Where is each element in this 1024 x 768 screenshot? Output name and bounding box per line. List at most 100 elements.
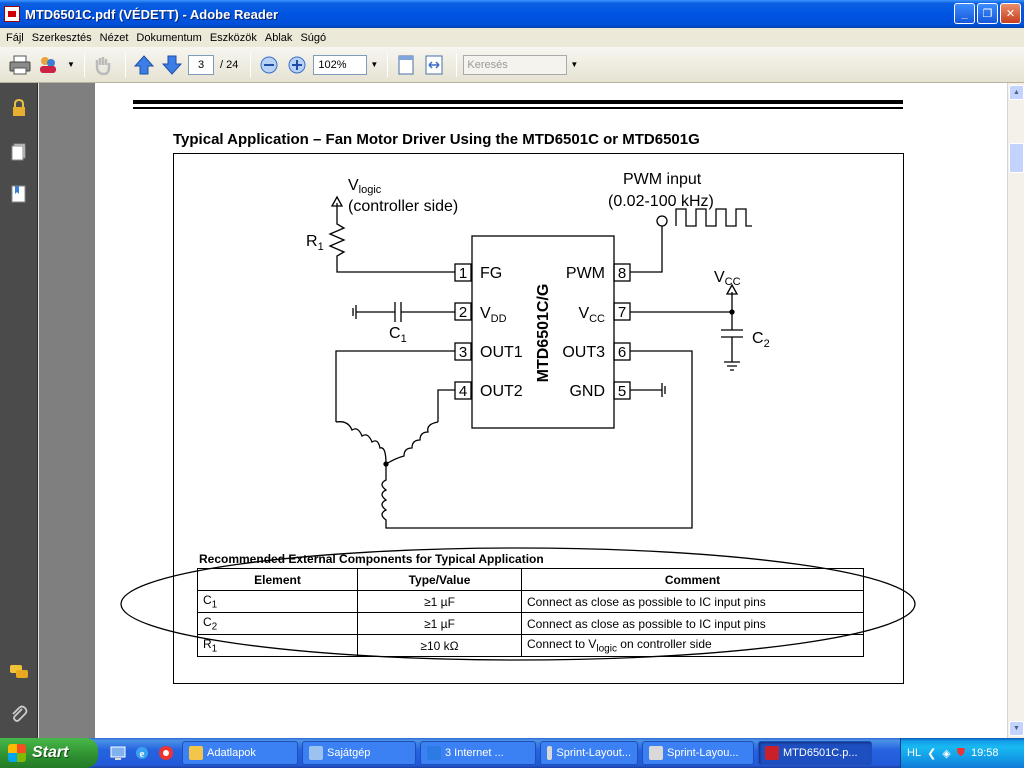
taskbar-item-sprint-layout-2[interactable]: Sprint-Layou... [642, 741, 754, 765]
hand-tool-button[interactable] [91, 52, 115, 78]
toolbar-separator [125, 52, 126, 77]
lock-icon[interactable] [8, 97, 30, 119]
previous-page-button[interactable] [132, 52, 156, 78]
menu-view[interactable]: Nézet [96, 32, 133, 44]
element-cell: C1 [197, 590, 358, 613]
header-rule [133, 100, 903, 104]
taskbar-item-adatlapok[interactable]: Adatlapok [182, 741, 298, 765]
toolbar-separator [456, 52, 458, 77]
restore-button[interactable]: ❐ [977, 3, 998, 24]
quicklaunch-show-desktop[interactable] [108, 743, 128, 763]
close-button[interactable]: ✕ [1000, 3, 1021, 24]
system-tray: HL ❮ ◈ ⛊ 19:58 [900, 738, 1024, 768]
value-cell: ≥1 µF [357, 612, 522, 635]
fit-width-icon [425, 55, 443, 74]
quicklaunch-ie[interactable]: e [132, 743, 152, 763]
section-heading: Typical Application – Fan Motor Driver U… [173, 131, 700, 148]
zoom-out-button[interactable] [257, 52, 281, 78]
column-header: Element [197, 568, 358, 591]
collaborate-button[interactable] [36, 52, 60, 78]
table-row: C1 ≥1 µF Connect as close as possible to… [197, 590, 864, 613]
comments-icon[interactable] [8, 661, 30, 683]
page-total: / 24 [220, 58, 239, 71]
zoom-in-icon [288, 56, 306, 73]
internet-explorer-icon [427, 746, 441, 760]
taskbar-item-sprint-layout-1[interactable]: Sprint-Layout... [540, 741, 638, 765]
comment-cell: Connect to Vlogic on controller side [521, 634, 864, 657]
clock[interactable]: 19:58 [971, 747, 999, 759]
menu-window[interactable]: Ablak [261, 32, 297, 44]
value-cell: ≥1 µF [357, 590, 522, 613]
people-icon [40, 56, 56, 73]
menu-bar: Fájl Szerkesztés Nézet Dokumentum Eszköz… [0, 28, 1024, 47]
next-page-button[interactable] [160, 52, 184, 78]
zoom-level-input[interactable]: 102% [313, 54, 368, 75]
table-row: R1 ≥10 kΩ Connect to Vlogic on controlle… [197, 634, 864, 657]
zoom-in-button[interactable] [285, 52, 309, 78]
scroll-down-button[interactable]: ▼ [1009, 721, 1024, 736]
printer-icon [9, 55, 31, 74]
pages-icon[interactable] [8, 141, 30, 163]
sprint-layout-icon [547, 746, 553, 760]
quicklaunch-browser[interactable] [156, 743, 176, 763]
fit-width-button[interactable] [422, 52, 446, 78]
collaborate-dropdown[interactable]: ▼ [64, 55, 78, 75]
navigation-panel [0, 83, 38, 738]
menu-edit[interactable]: Szerkesztés [28, 32, 96, 44]
tray-expand-icon[interactable]: ❮ [927, 747, 936, 760]
column-header: Type/Value [357, 568, 522, 591]
vertical-scrollbar[interactable]: ▲ ▼ [1007, 83, 1024, 738]
zoom-out-icon [260, 56, 278, 73]
minimize-button[interactable]: _ [954, 3, 975, 24]
security-shield-icon[interactable]: ⛊ [957, 747, 965, 760]
components-table: Element Type/Value Comment C1 ≥1 µF Conn… [197, 568, 864, 657]
pdf-app-icon [4, 6, 20, 22]
taskbar-item-adobe-reader[interactable]: MTD6501C.p... [758, 741, 872, 765]
taskbar: Start e Adatlapok Sajátgép 3 Internet ..… [0, 738, 1024, 768]
table-header-row: Element Type/Value Comment [197, 568, 864, 591]
title-bar[interactable]: MTD6501C.pdf (VÉDETT) - Adobe Reader _ ❐… [0, 0, 1024, 28]
taskbar-item-sajatgep[interactable]: Sajátgép [302, 741, 416, 765]
toolbar-separator [84, 52, 85, 77]
start-button[interactable]: Start [0, 738, 98, 768]
desktop-icon [110, 746, 126, 760]
scroll-thumb[interactable] [1009, 143, 1024, 173]
computer-icon [309, 746, 323, 760]
taskbar-item-internet[interactable]: 3 Internet ... [420, 741, 536, 765]
search-dropdown[interactable]: ▼ [567, 55, 581, 75]
zoom-dropdown[interactable]: ▼ [367, 55, 381, 75]
menu-file[interactable]: Fájl [2, 32, 28, 44]
scroll-up-button[interactable]: ▲ [1009, 85, 1024, 100]
folder-icon [189, 746, 203, 760]
browser-icon [159, 746, 173, 760]
arrow-down-icon [161, 55, 183, 75]
pdf-icon [765, 746, 779, 760]
comment-cell: Connect as close as possible to IC input… [521, 612, 864, 635]
svg-text:e: e [140, 748, 145, 760]
element-cell: R1 [197, 634, 358, 657]
language-indicator[interactable]: HL [907, 747, 921, 759]
table-title: Recommended External Components for Typi… [199, 552, 544, 566]
toolbar-separator [387, 52, 389, 77]
page-number-input[interactable]: 3 [188, 54, 214, 75]
search-input[interactable]: Keresés [463, 54, 568, 75]
windows-flag-icon [8, 744, 26, 762]
fit-page-button[interactable] [394, 52, 418, 78]
print-button[interactable] [8, 52, 32, 78]
menu-tools[interactable]: Eszközök [206, 32, 261, 44]
bookmark-icon[interactable] [8, 183, 30, 205]
attachment-icon[interactable] [8, 703, 30, 725]
element-cell: C2 [197, 612, 358, 635]
menu-document[interactable]: Dokumentum [132, 32, 205, 44]
arrow-up-icon [133, 54, 155, 74]
hand-icon [95, 56, 111, 75]
network-icon[interactable]: ◈ [942, 747, 950, 760]
comment-cell: Connect as close as possible to IC input… [521, 590, 864, 613]
column-header: Comment [521, 568, 864, 591]
menu-help[interactable]: Súgó [296, 32, 330, 44]
toolbar-separator [250, 52, 252, 77]
toolbar: ▼ 3 / 24 102% ▼ Keresés ▼ [0, 47, 1024, 83]
window-title: MTD6501C.pdf (VÉDETT) - Adobe Reader [25, 6, 279, 22]
internet-explorer-icon: e [136, 747, 148, 760]
value-cell: ≥10 kΩ [357, 634, 522, 657]
